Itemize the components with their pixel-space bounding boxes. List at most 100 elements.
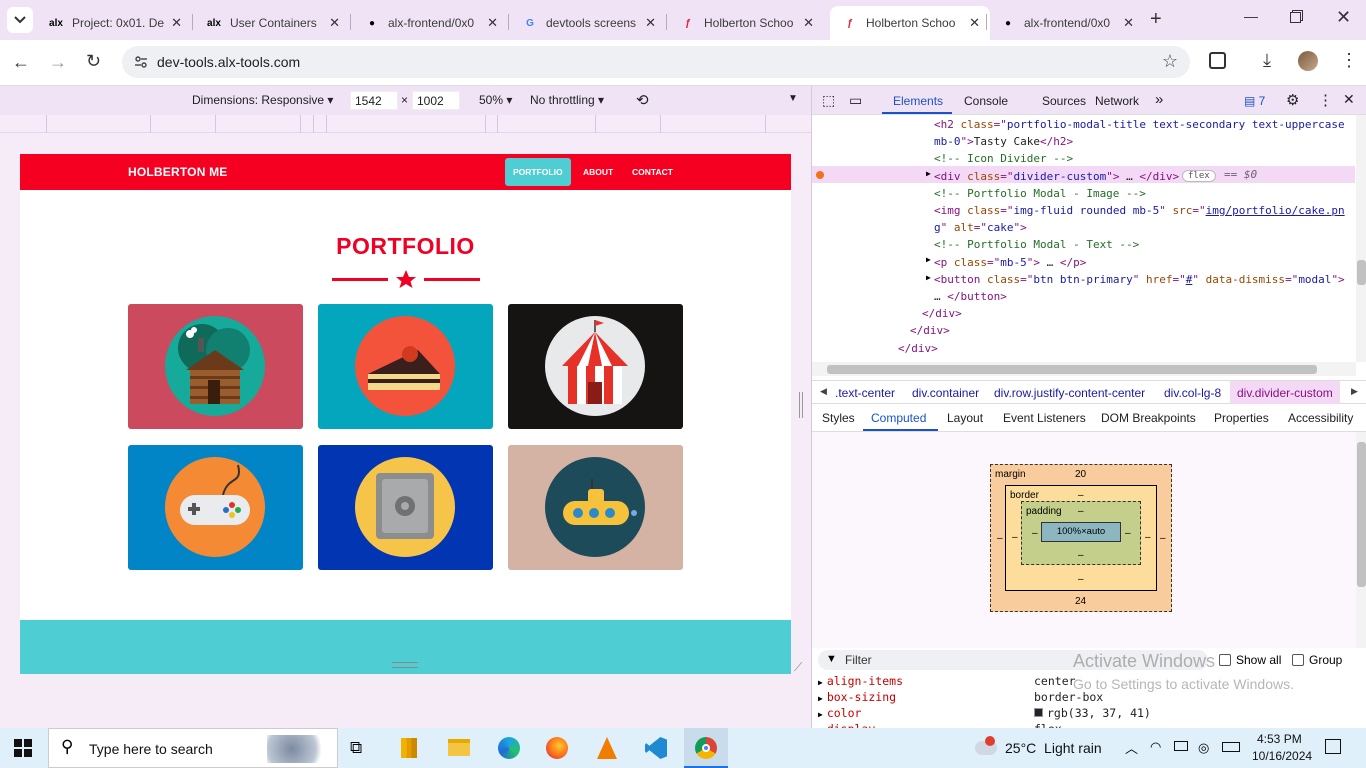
box-border[interactable]: border – – – – padding – – – – 100%×auto <box>1005 485 1157 591</box>
webcam-icon[interactable]: ◎ <box>1198 740 1209 756</box>
tab-sources[interactable]: Sources <box>1042 94 1086 108</box>
forward-button[interactable]: → <box>49 52 67 73</box>
group-checkbox[interactable] <box>1292 654 1304 666</box>
dimensions-select[interactable]: Dimensions: Responsive ▾ <box>192 93 333 107</box>
dom-line[interactable]: … </button> <box>934 290 1007 303</box>
url-text[interactable]: dev-tools.alx-tools.com <box>157 54 300 70</box>
subtab-event-listeners[interactable]: Event Listeners <box>1003 411 1086 425</box>
devtools-menu-icon[interactable]: ⋮ <box>1318 91 1333 109</box>
expand-arrow-icon[interactable]: ▶ <box>926 169 931 178</box>
viewport-height-input[interactable]: 1002 <box>412 91 460 110</box>
app-icon-files[interactable] <box>401 738 417 758</box>
tab-console[interactable]: Console <box>964 94 1008 108</box>
show-all-label[interactable]: Show all <box>1236 653 1281 667</box>
minimize-button[interactable]: — <box>1244 8 1258 24</box>
subtab-styles[interactable]: Styles <box>822 411 855 425</box>
close-tab-icon[interactable]: ✕ <box>969 15 980 31</box>
margin-right-value[interactable]: – <box>1160 533 1166 544</box>
tab-elements[interactable]: Elements <box>893 94 943 108</box>
dom-line[interactable]: mb-0">Tasty Cake</h2> <box>934 135 1073 148</box>
portfolio-item-cake[interactable] <box>318 304 493 429</box>
issues-badge[interactable]: ▤ 7 <box>1244 94 1265 108</box>
padding-bottom-value[interactable]: – <box>1078 550 1084 561</box>
browser-tab[interactable]: ƒ Holberton Schoo ✕ <box>830 6 990 40</box>
subtab-dom-breakpoints[interactable]: DOM Breakpoints <box>1101 411 1196 425</box>
portfolio-item-safe[interactable] <box>318 445 493 570</box>
chevron-up-icon[interactable]: ︿ <box>1125 738 1138 757</box>
expand-arrow-icon[interactable]: ▶ <box>818 710 823 719</box>
subtab-computed[interactable]: Computed <box>871 411 926 425</box>
box-content[interactable]: 100%×auto <box>1041 522 1121 542</box>
download-icon[interactable]: ⤓ <box>1263 50 1271 71</box>
dom-line[interactable]: </div> <box>922 307 962 320</box>
padding-left-value[interactable]: – <box>1032 528 1038 539</box>
subtab-layout[interactable]: Layout <box>947 411 983 425</box>
battery-icon[interactable] <box>1174 741 1188 751</box>
clock-date[interactable]: 10/16/2024 <box>1252 749 1312 763</box>
wifi-icon[interactable]: ◠ <box>1150 739 1161 755</box>
padding-top-value[interactable]: – <box>1078 506 1084 517</box>
dom-line[interactable]: <!-- Icon Divider --> <box>934 152 1073 165</box>
flex-badge[interactable]: flex <box>1182 170 1216 182</box>
browser-tab[interactable]: alx Project: 0x01. De ✕ <box>36 6 192 40</box>
site-info-icon[interactable] <box>133 54 149 70</box>
border-top-value[interactable]: – <box>1078 490 1084 501</box>
start-button[interactable] <box>14 739 32 757</box>
dom-line[interactable]: <button class="btn btn-primary" href="#"… <box>934 273 1345 286</box>
portfolio-item-circus[interactable] <box>508 304 683 429</box>
more-tabs-button[interactable]: » <box>1155 91 1163 108</box>
close-tab-icon[interactable]: ✕ <box>803 15 814 31</box>
vlc-icon[interactable] <box>597 737 617 759</box>
viewport-resize-handle[interactable] <box>392 662 418 668</box>
devtools-split-handle[interactable] <box>799 392 803 418</box>
breadcrumb-item[interactable]: .text-center <box>835 386 895 400</box>
rotate-icon[interactable]: ⟲ <box>636 91 649 109</box>
dom-line[interactable]: <!-- Portfolio Modal - Text --> <box>934 238 1139 251</box>
dom-line[interactable]: </div> <box>910 324 950 337</box>
address-bar[interactable]: dev-tools.alx-tools.com ☆ <box>122 46 1190 78</box>
zoom-select[interactable]: 50% ▾ <box>479 93 512 107</box>
box-padding[interactable]: padding – – – – 100%×auto <box>1021 501 1141 565</box>
browser-tab[interactable]: ● alx-frontend/0x0 ✕ <box>352 6 508 40</box>
browser-menu-icon[interactable]: ⋮ <box>1340 50 1358 71</box>
padding-right-value[interactable]: – <box>1125 528 1131 539</box>
media-query-ruler[interactable] <box>0 115 811 133</box>
firefox-icon[interactable] <box>546 737 568 759</box>
notifications-icon[interactable] <box>1325 739 1341 754</box>
breadcrumb-item[interactable]: div.row.justify-content-center <box>994 386 1145 400</box>
border-right-value[interactable]: – <box>1145 532 1151 543</box>
vscode-icon[interactable] <box>645 737 667 759</box>
box-margin[interactable]: margin 20 24 – – border – – – – padding … <box>990 464 1172 612</box>
extensions-icon[interactable] <box>1209 52 1226 69</box>
show-all-checkbox[interactable] <box>1219 654 1231 666</box>
color-swatch[interactable] <box>1034 708 1043 717</box>
task-view-icon[interactable]: ⧉ <box>350 738 362 758</box>
group-label[interactable]: Group <box>1309 653 1342 667</box>
dom-line[interactable]: g" alt="cake"> <box>934 221 1027 234</box>
border-bottom-value[interactable]: – <box>1078 574 1084 585</box>
profile-avatar[interactable] <box>1298 51 1318 71</box>
close-window-button[interactable]: ✕ <box>1336 7 1351 28</box>
keyboard-icon[interactable] <box>1222 742 1240 752</box>
browser-tab[interactable]: Gdevtools screens ✕ <box>510 6 666 40</box>
computed-property-row[interactable]: ▶ box-sizing border-box <box>818 690 1358 704</box>
portfolio-item-cabin[interactable] <box>128 304 303 429</box>
nav-portfolio[interactable]: PORTFOLIO <box>505 158 571 186</box>
dom-line[interactable]: <p class="mb-5"> … </p> <box>934 256 1086 269</box>
viewport-width-input[interactable]: 1542 <box>350 91 398 110</box>
throttling-select[interactable]: No throttling ▾ <box>530 93 604 107</box>
browser-tab[interactable]: ● alx-frontend/0x0 ✕ <box>988 6 1144 40</box>
edge-icon[interactable] <box>498 737 520 759</box>
nav-about[interactable]: ABOUT <box>575 158 621 186</box>
close-tab-icon[interactable]: ✕ <box>329 15 340 31</box>
tab-search-button[interactable] <box>7 7 33 33</box>
new-tab-button[interactable]: + <box>1150 9 1162 29</box>
corner-resize-handle[interactable]: ⟋ <box>794 660 802 675</box>
close-tab-icon[interactable]: ✕ <box>1123 15 1134 31</box>
expand-arrow-icon[interactable]: ▶ <box>818 678 823 687</box>
dom-vertical-scrollbar[interactable] <box>1356 115 1366 362</box>
site-brand[interactable]: HOLBERTON ME <box>128 165 228 179</box>
portfolio-item-game[interactable] <box>128 445 303 570</box>
dom-line[interactable]: <img class="img-fluid rounded mb-5" src=… <box>934 204 1345 217</box>
subtab-accessibility[interactable]: Accessibility <box>1288 411 1353 425</box>
